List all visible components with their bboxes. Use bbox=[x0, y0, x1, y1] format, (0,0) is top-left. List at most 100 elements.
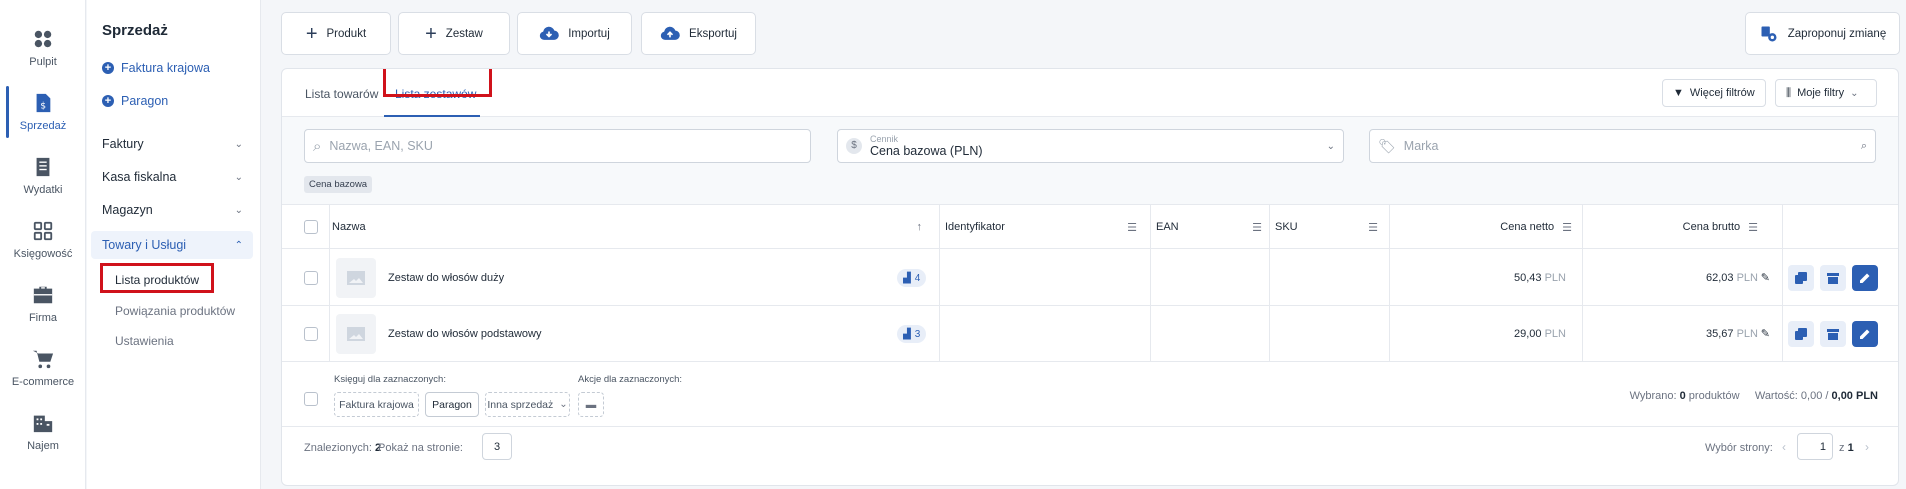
table-row[interactable]: Zestaw do włosów duży ▟ 4 50,43 PLN 62,03… bbox=[282, 250, 1898, 306]
nav-group-magazyn[interactable]: Magazyn ⌄ bbox=[91, 196, 253, 224]
brand-input[interactable]: 🏷 Marka ⌕ bbox=[1369, 129, 1876, 163]
nav-group-towary[interactable]: Towary i Usługi ⌃ bbox=[91, 231, 253, 259]
bulk-other-sale-button[interactable]: Inna sprzedaż ⌄ bbox=[485, 392, 570, 417]
plus-circle-icon: + bbox=[102, 62, 114, 74]
header-ean[interactable]: EAN ☰ bbox=[1156, 205, 1272, 249]
rail-item-wydatki[interactable]: Wydatki bbox=[0, 148, 86, 204]
set-items-badge[interactable]: ▟ 4 bbox=[897, 269, 927, 287]
rail-item-firma[interactable]: Firma bbox=[0, 276, 86, 332]
cloud-download-icon bbox=[540, 26, 560, 40]
rail-item-ecommerce[interactable]: E-commerce bbox=[0, 340, 86, 396]
svg-text:$: $ bbox=[40, 101, 46, 112]
rail-label: E-commerce bbox=[11, 376, 75, 388]
rail-item-najem[interactable]: Najem bbox=[0, 404, 86, 460]
archive-icon bbox=[1827, 273, 1839, 284]
selection-summary: Wybrano: 0 produktów Wartość: 0,00 / 0,0… bbox=[1629, 390, 1878, 402]
quick-link-invoice[interactable]: + Faktura krajowa bbox=[102, 61, 210, 75]
highlight-box bbox=[383, 69, 492, 97]
plus-icon: + bbox=[305, 22, 318, 45]
product-name[interactable]: Zestaw do włosów duży bbox=[388, 272, 504, 284]
duplicate-button[interactable] bbox=[1788, 265, 1814, 291]
bulk-select-checkbox[interactable] bbox=[304, 392, 318, 406]
rail-label: Pulpit bbox=[29, 56, 57, 68]
edit-price-icon[interactable]: ✎ bbox=[1761, 271, 1770, 284]
rail-item-ksiegowosc[interactable]: Księgowość bbox=[0, 212, 86, 268]
nav-sub-settings[interactable]: Ustawienia bbox=[115, 334, 174, 348]
product-thumbnail bbox=[336, 314, 376, 354]
next-page-icon[interactable]: › bbox=[1865, 440, 1869, 454]
page-input[interactable]: 1 bbox=[1797, 433, 1833, 460]
currency-icon: $ bbox=[846, 138, 862, 154]
row-checkbox[interactable] bbox=[304, 327, 318, 341]
book-selected-label: Księguj dla zaznaczonych: bbox=[334, 374, 446, 385]
my-filters-button[interactable]: ⫼ Moje filtry ⌄ bbox=[1775, 79, 1877, 107]
add-set-button[interactable]: + Zestaw bbox=[398, 12, 510, 55]
product-name[interactable]: Zestaw do włosów podstawowy bbox=[388, 328, 541, 340]
search-input[interactable]: ⌕ Nazwa, EAN, SKU bbox=[304, 129, 811, 163]
edit-icon bbox=[1860, 273, 1870, 283]
header-name[interactable]: Nazwa ↑ bbox=[332, 205, 932, 249]
image-placeholder-icon bbox=[347, 271, 365, 285]
export-button[interactable]: Eksportuj bbox=[641, 12, 756, 55]
header-gross-price[interactable]: Cena brutto ☰ bbox=[1584, 205, 1772, 249]
table-footer: Znalezionych: 2 Pokaż na stronie: 3 Wybó… bbox=[282, 427, 1898, 485]
header-net-price[interactable]: Cena netto ☰ bbox=[1392, 205, 1582, 249]
import-button[interactable]: Importuj bbox=[517, 12, 632, 55]
more-filters-button[interactable]: ▼ Więcej filtrów bbox=[1662, 79, 1766, 107]
bulk-archive-button[interactable]: ▬ bbox=[578, 392, 604, 417]
bulk-receipt-button[interactable]: Paragon bbox=[425, 392, 479, 417]
per-page-input[interactable]: 3 bbox=[482, 433, 512, 460]
suggest-change-button[interactable]: Zaproponuj zmianę bbox=[1745, 12, 1900, 55]
archive-button[interactable] bbox=[1820, 265, 1846, 291]
edit-button[interactable] bbox=[1852, 321, 1878, 347]
accounting-grid-icon bbox=[33, 221, 53, 241]
rail-label: Najem bbox=[27, 440, 59, 452]
prev-page-icon[interactable]: ‹ bbox=[1782, 440, 1786, 454]
row-checkbox[interactable] bbox=[304, 271, 318, 285]
chevron-down-icon: ⌄ bbox=[1326, 140, 1335, 152]
nav-group-faktury[interactable]: Faktury ⌄ bbox=[91, 130, 253, 158]
copy-icon bbox=[1795, 272, 1807, 284]
products-panel: Lista towarów Lista zestawów ▼ Więcej fil… bbox=[281, 68, 1899, 486]
actions-selected-label: Akcje dla zaznaczonych: bbox=[578, 374, 683, 385]
set-items-badge[interactable]: ▟ 3 bbox=[897, 325, 927, 343]
rail-item-sprzedaz[interactable]: $ Sprzedaż bbox=[0, 84, 86, 140]
pricelist-select[interactable]: $ Cennik Cena bazowa (PLN) ⌄ bbox=[837, 129, 1344, 163]
header-sku[interactable]: SKU ☰ bbox=[1275, 205, 1388, 249]
rail-item-pulpit[interactable]: Pulpit bbox=[0, 20, 86, 76]
dashboard-icon bbox=[34, 30, 52, 48]
active-filter-chip[interactable]: Cena bazowa bbox=[304, 176, 373, 193]
image-placeholder-icon bbox=[347, 327, 365, 341]
chevron-down-icon: ⌄ bbox=[234, 204, 243, 216]
header-identifier[interactable]: Identyfikator ☰ bbox=[945, 205, 1147, 249]
sliders-icon: ⫼ bbox=[1786, 86, 1792, 99]
rail-label: Wydatki bbox=[23, 184, 63, 196]
nav-group-kasa[interactable]: Kasa fiskalna ⌄ bbox=[91, 163, 253, 191]
archive-button[interactable] bbox=[1820, 321, 1846, 347]
boxes-icon: ▟ bbox=[903, 328, 911, 340]
copy-icon bbox=[1795, 328, 1807, 340]
search-icon: ⌕ bbox=[313, 137, 322, 155]
bulk-invoice-button[interactable]: Faktura krajowa bbox=[334, 392, 419, 417]
select-all-checkbox[interactable] bbox=[304, 205, 318, 249]
column-menu-icon: ☰ bbox=[1127, 221, 1137, 234]
edit-price-icon[interactable]: ✎ bbox=[1761, 327, 1770, 340]
gross-price: 35,67 PLN bbox=[1706, 328, 1758, 340]
nav-sub-product-relations[interactable]: Powiązania produktów bbox=[115, 304, 235, 318]
table-row[interactable]: Zestaw do włosów podstawowy ▟ 3 29,00 PLN… bbox=[282, 306, 1898, 362]
bulk-actions-bar: Księguj dla zaznaczonych: Akcje dla zazn… bbox=[282, 362, 1898, 427]
chevron-up-icon: ⌃ bbox=[234, 239, 243, 251]
building-icon bbox=[33, 415, 53, 433]
tag-icon: 🏷 bbox=[1378, 137, 1396, 154]
edit-button[interactable] bbox=[1852, 265, 1878, 291]
rail-label: Firma bbox=[28, 312, 58, 324]
column-menu-icon: ☰ bbox=[1562, 221, 1572, 234]
quick-link-receipt[interactable]: + Paragon bbox=[102, 94, 168, 108]
cloud-upload-icon bbox=[660, 26, 680, 40]
duplicate-button[interactable] bbox=[1788, 321, 1814, 347]
pricelist-value: Cena bazowa (PLN) bbox=[870, 144, 983, 158]
per-page-label: Pokaż na stronie: bbox=[378, 442, 463, 454]
chevron-down-icon: ⌄ bbox=[234, 138, 243, 150]
tab-goods-list[interactable]: Lista towarów bbox=[305, 87, 378, 101]
add-product-button[interactable]: + Produkt bbox=[281, 12, 391, 55]
